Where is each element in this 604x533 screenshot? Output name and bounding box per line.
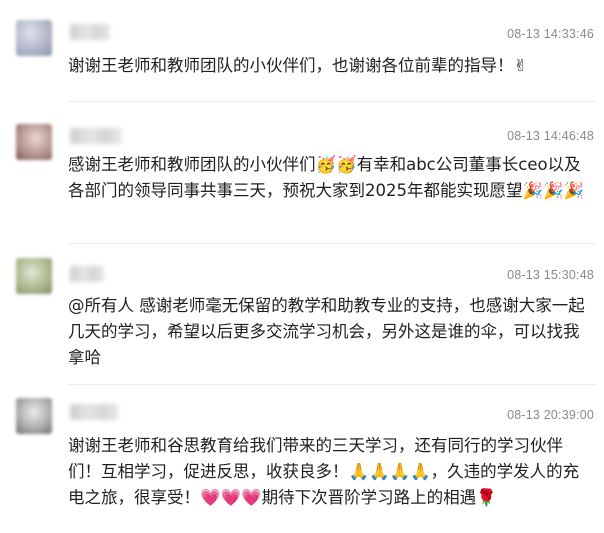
comment-text: @所有人 感谢老师毫无保留的教学和助教专业的支持，也感谢大家一起几天的学习，希望…: [68, 296, 585, 367]
username-blurred[interactable]: [70, 24, 110, 40]
username-blurred[interactable]: [70, 128, 122, 144]
username-blurred[interactable]: [70, 266, 104, 282]
divider: [68, 384, 596, 385]
divider: [68, 243, 596, 244]
avatar[interactable]: [16, 20, 52, 56]
avatar[interactable]: [16, 258, 52, 294]
avatar[interactable]: [16, 124, 52, 160]
comment-time: 08-13 15:30:48: [507, 268, 594, 282]
comment-list: 08-13 14:33:46 谢谢王老师和教师团队的小伙伴们，也谢谢各位前辈的指…: [0, 0, 604, 533]
comment-text: 谢谢王老师和教师团队的小伙伴们，也谢谢各位前辈的指导！✌: [68, 56, 528, 75]
comment-text: 感谢王老师和教师团队的小伙伴们🥳🥳有幸和abc公司董事长ceo以及各部门的领导同…: [68, 155, 585, 200]
avatar[interactable]: [16, 398, 52, 434]
comment-time: 08-13 14:33:46: [507, 27, 594, 41]
comment-time: 08-13 20:39:00: [507, 408, 594, 422]
divider: [68, 101, 596, 102]
comment-time: 08-13 14:46:48: [507, 129, 594, 143]
username-blurred[interactable]: [70, 404, 118, 420]
comment-text: 谢谢王老师和谷思教育给我们带来的三天学习，还有同行的学习伙伴们！互相学习，促进反…: [68, 436, 580, 507]
